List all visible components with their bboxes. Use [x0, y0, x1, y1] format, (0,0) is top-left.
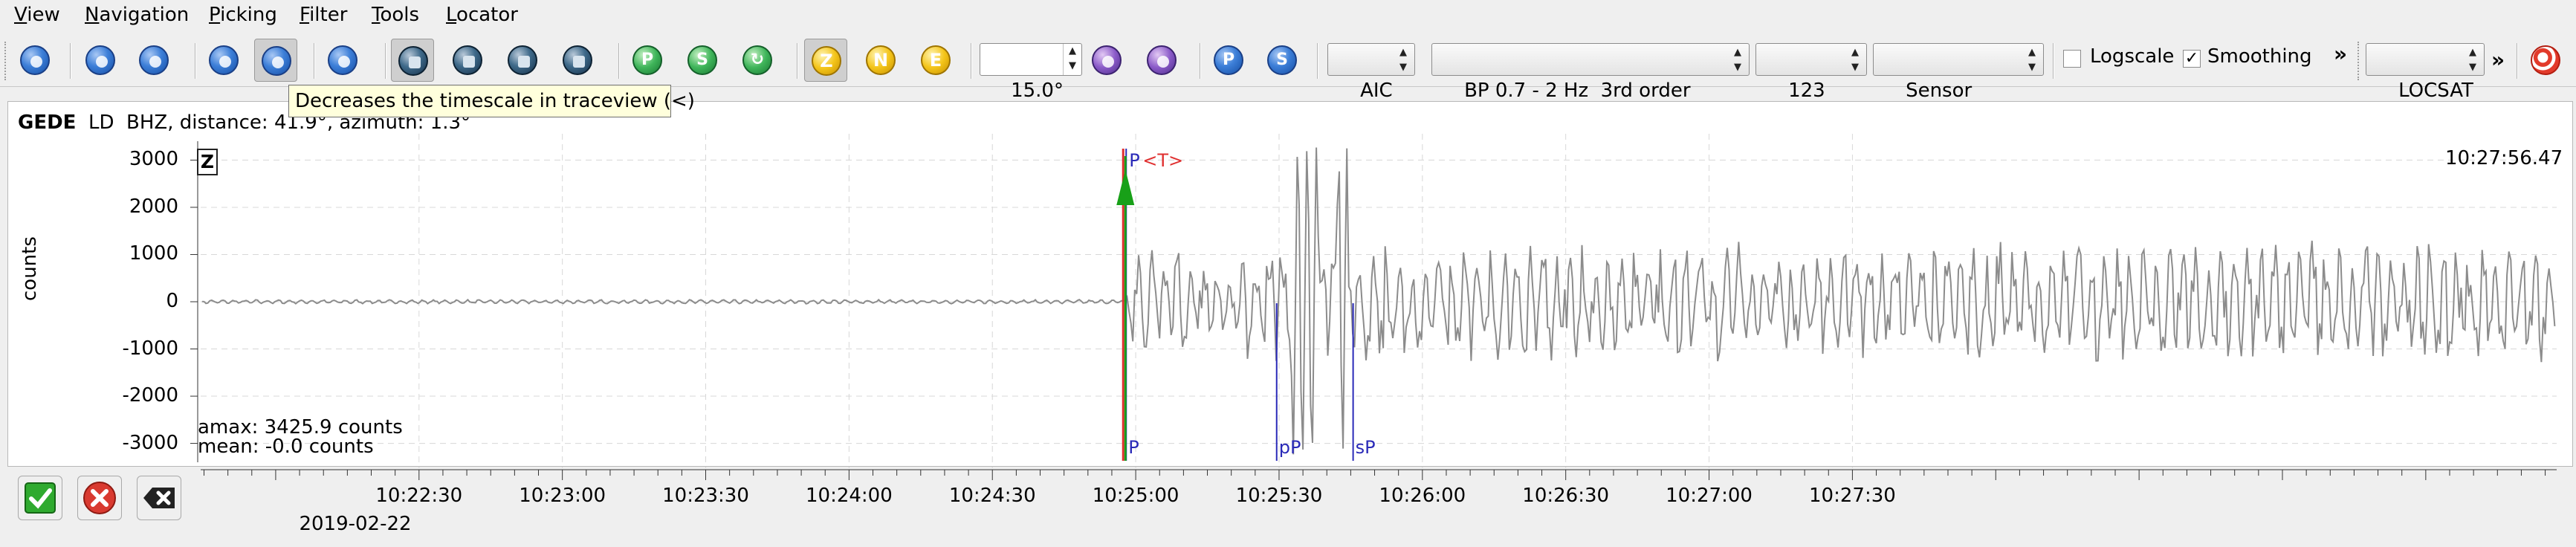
- trace-plot[interactable]: [0, 0, 2576, 547]
- cancel-icon: [83, 482, 116, 514]
- x-tick-label: 10:23:30: [662, 485, 749, 507]
- y-tick-label: 1000: [129, 242, 178, 265]
- x-tick-label: 10:27:00: [1666, 485, 1753, 507]
- x-tick-label: 10:27:30: [1809, 485, 1896, 507]
- y-tick-label: -2000: [122, 384, 178, 407]
- x-tick-label: 10:25:30: [1235, 485, 1323, 507]
- mean-readout: mean: -0.0 counts: [198, 436, 374, 458]
- trace-end-time: 10:27:56.47: [2445, 147, 2563, 169]
- phase-label-sP: sP: [1355, 437, 1376, 458]
- phase-label-P: P: [1128, 437, 1139, 458]
- phase-label-pP: pP: [1278, 437, 1301, 458]
- component-badge: Z: [197, 149, 218, 175]
- checkmark-icon: [25, 482, 56, 514]
- x-tick-label: 10:24:30: [948, 485, 1036, 507]
- plot-axes: [190, 141, 2557, 480]
- x-tick-label: 10:22:30: [375, 485, 463, 507]
- date-label: 2019-02-22: [299, 513, 412, 535]
- close-trace-button[interactable]: [137, 476, 181, 520]
- y-tick-label: -3000: [122, 431, 178, 454]
- reject-button[interactable]: [77, 476, 122, 520]
- y-tick-label: 2000: [129, 195, 178, 218]
- x-tick-label: 10:24:00: [805, 485, 893, 507]
- x-tick-label: 10:23:00: [519, 485, 606, 507]
- waveform-line: [201, 147, 2556, 455]
- x-tick-label: 10:26:00: [1379, 485, 1466, 507]
- station-code: GEDE: [18, 111, 77, 134]
- network-code: LD: [88, 111, 114, 134]
- pick-arrow-icon: [1116, 169, 1135, 205]
- y-tick-label: 3000: [129, 148, 178, 171]
- pick-phase-label: P: [1129, 150, 1140, 171]
- delete-tag-icon: [143, 488, 175, 508]
- tooltip: Decreases the timescale in traceview (<): [288, 85, 695, 117]
- y-tick-label: 0: [166, 290, 178, 312]
- accept-button[interactable]: [18, 476, 62, 520]
- x-tick-label: 10:26:30: [1522, 485, 1610, 507]
- x-tick-label: 10:25:00: [1092, 485, 1179, 507]
- y-tick-label: -1000: [122, 337, 178, 360]
- theoretical-label: <T>: [1142, 150, 1184, 171]
- y-axis-label: counts: [19, 236, 41, 301]
